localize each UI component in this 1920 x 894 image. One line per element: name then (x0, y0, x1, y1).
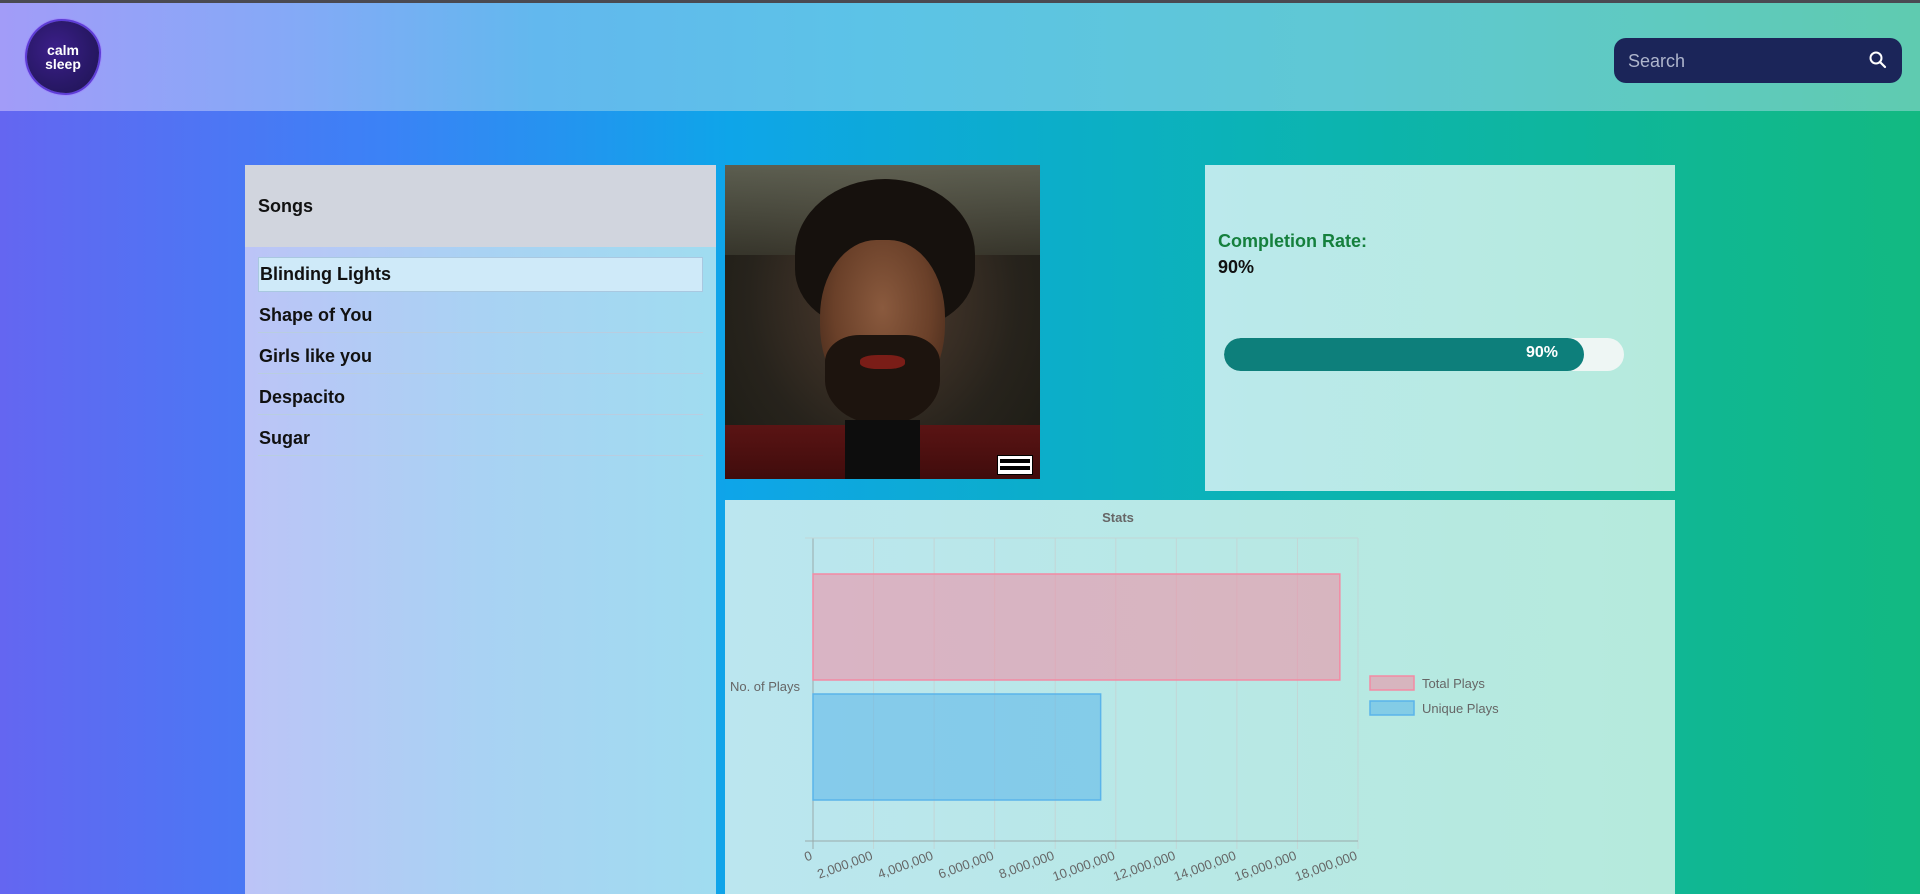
completion-progress-text: 90% (1525, 343, 1558, 361)
song-item-shape-of-you[interactable]: Shape of You (258, 299, 703, 333)
x-tick-label: 8,000,000 (997, 848, 1056, 882)
chart-title: Stats (1102, 510, 1134, 525)
parental-advisory-label (997, 455, 1033, 475)
search-icon[interactable] (1868, 50, 1888, 70)
completion-rate-card: Completion Rate: 90% 90% (1205, 165, 1675, 491)
legend-label: Total Plays (1422, 676, 1485, 691)
stats-bar-chart: Stats 0 2,000,000 4,000,000 6,000,000 8,000,0… (730, 510, 1499, 884)
logo-text-line2: sleep (45, 56, 81, 72)
x-tick-label: 18,000,000 (1293, 848, 1359, 884)
search-bar (1614, 38, 1902, 85)
bar-total-plays (812, 573, 1341, 681)
logo-text-line1: calm (47, 42, 79, 58)
x-tick-label: 0 (802, 848, 814, 865)
search-input[interactable] (1626, 38, 1860, 85)
top-header: calm sleep (0, 3, 1920, 111)
x-tick-label: 2,000,000 (815, 848, 874, 882)
completion-progress-fill: 90% (1224, 338, 1584, 371)
stats-chart-card: Stats 0 2,000,000 4,000,000 6,000,000 8,000,0… (725, 500, 1675, 894)
bar-unique-plays (812, 693, 1102, 801)
song-item-girls-like-you[interactable]: Girls like you (258, 340, 703, 374)
x-tick-label: 4,000,000 (876, 848, 935, 882)
completion-rate-label: Completion Rate: (1218, 231, 1368, 251)
song-item-sugar[interactable]: Sugar (258, 422, 703, 456)
legend-label: Unique Plays (1422, 701, 1499, 716)
songs-panel: Songs Blinding Lights Shape of You Girls… (245, 165, 716, 894)
x-tick-label: 12,000,000 (1111, 848, 1177, 884)
song-item-blinding-lights[interactable]: Blinding Lights (258, 257, 703, 292)
song-list: Blinding Lights Shape of You Girls like … (245, 247, 716, 456)
x-tick-label: 14,000,000 (1172, 848, 1238, 884)
album-cover-image (725, 165, 1040, 479)
songs-header: Songs (245, 165, 716, 247)
completion-progress-bar: 90% (1224, 338, 1624, 371)
legend-swatch (1369, 675, 1415, 691)
x-tick-label: 10,000,000 (1051, 848, 1117, 884)
x-tick-label: 6,000,000 (936, 848, 995, 882)
calm-sleep-logo[interactable]: calm sleep (27, 21, 99, 93)
y-category-label: No. of Plays (730, 679, 801, 694)
song-item-despacito[interactable]: Despacito (258, 381, 703, 415)
legend-swatch (1369, 700, 1415, 716)
x-tick-label: 16,000,000 (1232, 848, 1298, 884)
completion-rate-value: 90% (1218, 257, 1255, 277)
